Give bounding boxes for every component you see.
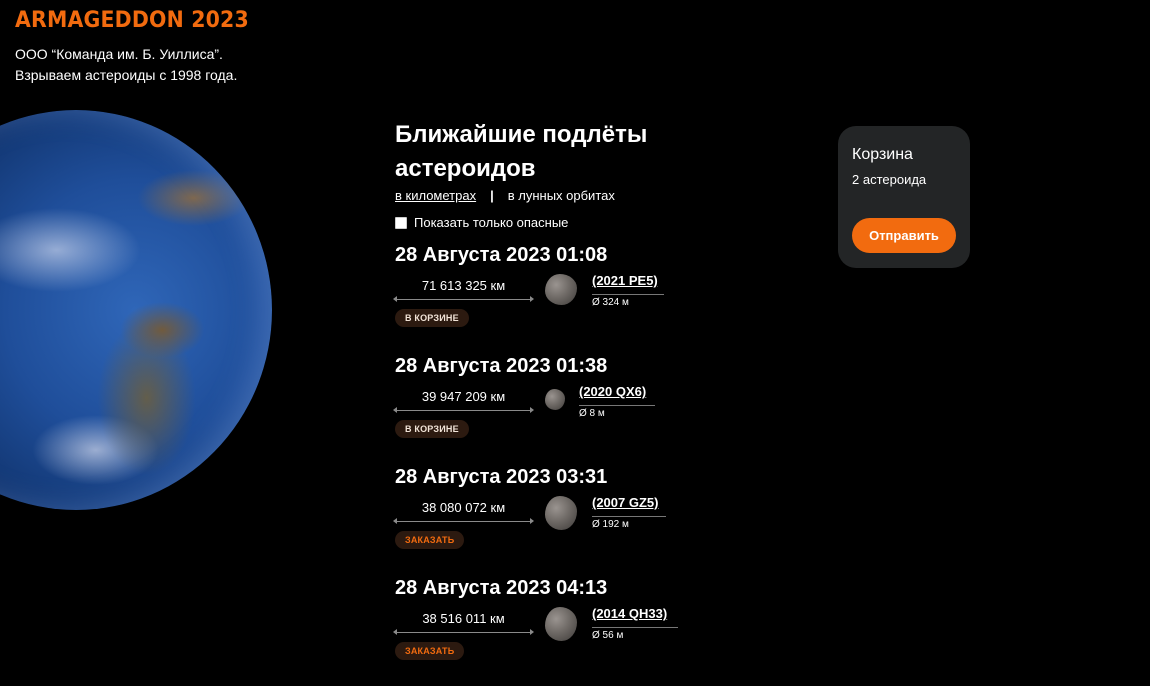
asteroid-list: 28 Августа 2023 01:08 71 613 325 км (202…	[393, 242, 715, 686]
asteroid-icon	[545, 496, 577, 530]
page-title: Ближайшие подлёты астероидов	[395, 118, 725, 186]
asteroid-item: 28 Августа 2023 01:38 39 947 209 км (202…	[393, 353, 715, 464]
approach-date: 28 Августа 2023 01:38	[395, 355, 608, 377]
asteroid-name-link[interactable]: (2007 GZ5)	[592, 495, 658, 510]
send-button[interactable]: Отправить	[852, 218, 956, 253]
dangerous-filter[interactable]: Показать только опасные	[395, 215, 725, 230]
distance-arrow-icon	[393, 296, 534, 302]
earth-image	[0, 110, 272, 510]
approach-distance: 71 613 325 км	[421, 278, 506, 293]
units-separator: |	[490, 188, 494, 203]
approach-date: 28 Августа 2023 01:08	[395, 244, 608, 266]
page-title-line-2: астероидов	[395, 155, 536, 182]
page-title-line-1: Ближайшие подлёты	[395, 121, 648, 148]
cart-status-badge[interactable]: В КОРЗИНЕ	[395, 309, 469, 327]
units-km-link[interactable]: в километрах	[395, 188, 476, 203]
approach-distance: 38 080 072 км	[421, 500, 506, 515]
order-button[interactable]: ЗАКАЗАТЬ	[395, 642, 465, 660]
cart-title: Корзина	[852, 146, 913, 163]
approach-date: 28 Августа 2023 03:31	[395, 466, 608, 488]
order-button[interactable]: ЗАКАЗАТЬ	[395, 531, 465, 549]
tagline-line-2: Взрываем астероиды с 1998 года.	[15, 67, 238, 83]
asteroid-item: 28 Августа 2023 04:13 38 516 011 км (201…	[393, 575, 715, 686]
asteroid-icon	[545, 389, 565, 410]
dangerous-filter-label: Показать только опасные	[414, 215, 569, 230]
app-logo: ARMAGEDDON 2023	[15, 8, 249, 33]
asteroid-diameter: Ø 8 м	[579, 405, 655, 419]
asteroid-name-link[interactable]: (2014 QH33)	[592, 606, 667, 621]
approach-distance: 39 947 209 км	[421, 389, 506, 404]
tagline-line-1: ООО “Команда им. Б. Уиллиса”.	[15, 46, 223, 62]
asteroid-diameter: Ø 56 м	[592, 627, 678, 641]
tagline: ООО “Команда им. Б. Уиллиса”. Взрываем а…	[15, 44, 237, 86]
asteroid-diameter: Ø 324 м	[592, 294, 664, 308]
cart-status-badge[interactable]: В КОРЗИНЕ	[395, 420, 469, 438]
main-section: Ближайшие подлёты астероидов в километра…	[395, 118, 725, 230]
asteroid-item: 28 Августа 2023 03:31 38 080 072 км (200…	[393, 464, 715, 575]
approach-date: 28 Августа 2023 04:13	[395, 577, 608, 599]
distance-arrow-icon	[393, 629, 534, 635]
asteroid-name-link[interactable]: (2020 QX6)	[579, 384, 646, 399]
units-lunar-link[interactable]: в лунных орбитах	[508, 188, 615, 203]
dangerous-checkbox[interactable]	[395, 216, 407, 229]
asteroid-icon	[545, 274, 577, 305]
approach-distance: 38 516 011 км	[422, 611, 505, 626]
cart-count: 2 астероида	[852, 172, 927, 187]
distance-arrow-icon	[393, 518, 534, 524]
cart-panel: Корзина 2 астероида Отправить	[838, 126, 970, 268]
earth-globe	[0, 110, 272, 510]
asteroid-icon	[545, 607, 577, 641]
asteroid-name-link[interactable]: (2021 PE5)	[592, 273, 658, 288]
asteroid-item: 28 Августа 2023 01:08 71 613 325 км (202…	[393, 242, 715, 353]
distance-arrow-icon	[393, 407, 534, 413]
units-switch: в километрах | в лунных орбитах	[395, 188, 725, 203]
asteroid-diameter: Ø 192 м	[592, 516, 666, 530]
